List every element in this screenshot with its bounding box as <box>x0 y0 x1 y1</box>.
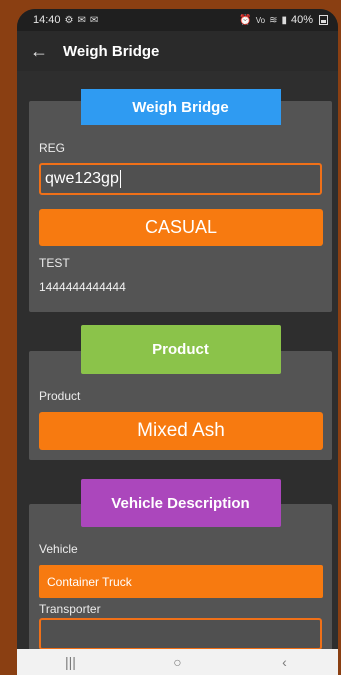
recents-icon: ||| <box>65 654 76 670</box>
product-header: Product <box>80 325 281 374</box>
text-caret <box>119 170 121 188</box>
vehicle-description-header: Vehicle Description <box>80 479 281 527</box>
reg-input[interactable]: qwe123gp <box>39 163 322 195</box>
vowifi-icon: Vo <box>255 15 266 25</box>
test-label: TEST <box>39 256 70 270</box>
transporter-label: Transporter <box>39 602 101 616</box>
status-bar: 14:40 ⚙ ✉ ✉ ⏰ Vo ≋ ▮ 40% <box>17 9 338 31</box>
home-icon: ○ <box>173 654 182 670</box>
back-button[interactable]: ← <box>17 31 61 71</box>
battery-icon <box>319 15 328 25</box>
vehicle-label: Vehicle <box>39 542 78 556</box>
arrow-left-icon: ← <box>30 40 48 61</box>
app-title: Weigh Bridge <box>63 42 160 60</box>
test-value: 1444444444444 <box>39 280 126 294</box>
battery-percent: 40% <box>290 14 313 26</box>
casual-button[interactable]: CASUAL <box>39 209 323 246</box>
status-right: ⏰ Vo ≋ ▮ 40% <box>239 14 328 26</box>
alarm-icon: ⏰ <box>239 14 252 26</box>
transporter-input[interactable] <box>39 618 322 649</box>
phone-screen: 14:40 ⚙ ✉ ✉ ⏰ Vo ≋ ▮ 40% ← Weigh Bridge <box>17 9 338 675</box>
system-nav-bar: ||| ○ ‹ <box>17 649 338 675</box>
reg-label: REG <box>39 141 66 155</box>
product-select[interactable]: Mixed Ash <box>39 412 323 450</box>
device-frame: 14:40 ⚙ ✉ ✉ ⏰ Vo ≋ ▮ 40% ← Weigh Bridge <box>0 0 341 675</box>
app-bar: ← Weigh Bridge <box>17 31 338 71</box>
chevron-left-icon: ‹ <box>282 654 287 670</box>
content-area[interactable]: Weigh Bridge REG qwe123gp CASUAL TEST 14… <box>17 71 338 649</box>
settings-icon: ⚙ <box>64 14 74 26</box>
wifi-icon: ≋ <box>269 14 278 26</box>
weigh-bridge-header: Weigh Bridge <box>80 89 281 125</box>
nav-back-button[interactable]: ‹ <box>255 654 315 670</box>
product-label: Product <box>39 389 81 403</box>
weigh-bridge-section: Weigh Bridge REG qwe123gp CASUAL TEST 14… <box>29 89 332 312</box>
vehicle-description-section: Vehicle Description Vehicle Container Tr… <box>29 479 332 649</box>
reg-input-value: qwe123gp <box>45 170 119 187</box>
signal-icon: ▮ <box>281 14 287 26</box>
status-time: 14:40 <box>33 14 61 26</box>
recents-button[interactable]: ||| <box>41 654 101 670</box>
vehicle-select[interactable]: Container Truck <box>39 565 323 598</box>
mail-icon: ✉ <box>77 14 86 26</box>
home-button[interactable]: ○ <box>148 654 208 670</box>
status-left: 14:40 ⚙ ✉ ✉ <box>33 14 98 26</box>
product-section: Product Product Mixed Ash <box>29 325 332 460</box>
mail-icon: ✉ <box>89 14 99 26</box>
